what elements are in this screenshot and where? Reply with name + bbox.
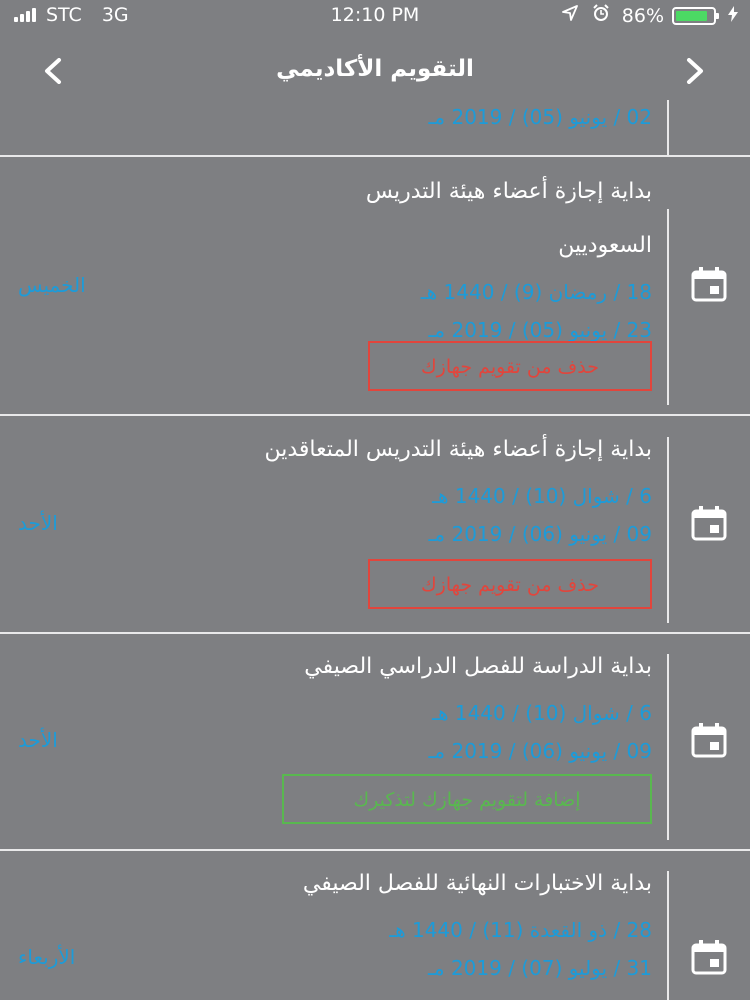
gregorian-date: 31 / يوليو (07) / 2019 مـ: [428, 956, 652, 980]
gregorian-date: 09 / يونيو (06) / 2019 مـ: [428, 739, 652, 763]
alarm-icon: [592, 4, 610, 27]
calendar-icon[interactable]: [690, 267, 728, 303]
page-title: التقويم الأكاديمي: [276, 56, 474, 82]
row-separator-line: [667, 209, 669, 405]
event-title-line-2: السعوديين: [558, 233, 652, 258]
remove-from-calendar-button[interactable]: حذف من تقويم جهازك: [368, 559, 652, 609]
remove-from-calendar-button[interactable]: حذف من تقويم جهازك: [368, 341, 652, 391]
hijri-date: 28 / ذو القعدة (11) / 1440 هـ: [389, 918, 652, 942]
gregorian-date: 02 / يونيو (05) / 2019 مـ: [428, 105, 652, 129]
event-dates: 02 / يونيو (05) / 2019 مـ: [92, 100, 652, 136]
event-row: بداية إجازة أعضاء هيئة التدريس المتعاقدي…: [0, 417, 750, 634]
event-text: بداية الدراسة للفصل الدراسي الصيفي 6 / ش…: [92, 640, 652, 770]
battery-level: [676, 10, 707, 21]
event-row: 02 / يونيو (05) / 2019 مـ: [0, 100, 750, 157]
event-title-line-1: بداية إجازة أعضاء هيئة التدريس المتعاقدي…: [264, 437, 653, 462]
event-text: بداية إجازة أعضاء هيئة التدريس المتعاقدي…: [92, 423, 653, 553]
navigation-bar: التقويم الأكاديمي: [0, 34, 750, 110]
hijri-date: 6 / شوال (10) / 1440 هـ: [432, 484, 652, 508]
gregorian-date: 09 / يونيو (06) / 2019 مـ: [428, 522, 652, 546]
status-bar: STC 3G 12:10 PM 86%: [0, 0, 750, 34]
hijri-date: 18 / رمضان (9) / 1440 هـ: [420, 280, 652, 304]
event-title-line-1: بداية الدراسة للفصل الدراسي الصيفي: [304, 654, 652, 679]
row-separator-line: [667, 871, 669, 1000]
battery-percent: 86%: [621, 4, 664, 27]
day-label: الأحد: [18, 728, 58, 752]
hijri-date: 6 / شوال (10) / 1440 هـ: [432, 701, 652, 725]
day-label: الخميس: [18, 273, 86, 297]
event-row: بداية إجازة أعضاء هيئة التدريس السعوديين…: [0, 157, 750, 417]
day-label: الأربعاء: [18, 945, 76, 969]
charging-icon: [728, 5, 738, 26]
event-row: بداية الدراسة للفصل الدراسي الصيفي 6 / ش…: [0, 634, 750, 851]
event-title-line-1: بداية الاختبارات النهائية للفصل الصيفي: [302, 871, 652, 896]
event-text: بداية الاختبارات النهائية للفصل الصيفي 2…: [92, 857, 652, 987]
calendar-icon[interactable]: [690, 940, 728, 976]
row-separator-line: [667, 437, 669, 623]
battery-icon: [672, 6, 719, 25]
status-right: 86%: [548, 4, 738, 27]
chevron-right-icon[interactable]: [682, 58, 708, 84]
event-row: بداية الاختبارات النهائية للفصل الصيفي 2…: [0, 851, 750, 1000]
row-separator-line: [667, 654, 669, 840]
day-label: الأحد: [18, 511, 58, 535]
calendar-icon[interactable]: [690, 506, 728, 542]
location-icon: [561, 5, 578, 26]
event-text: بداية إجازة أعضاء هيئة التدريس السعوديين…: [92, 165, 652, 349]
calendar-icon[interactable]: [690, 723, 728, 759]
event-title-line-1: بداية إجازة أعضاء هيئة التدريس: [365, 179, 652, 204]
row-separator-line: [667, 100, 669, 155]
calendar-event-list[interactable]: 02 / يونيو (05) / 2019 مـ بداية إجازة أع…: [0, 100, 750, 1000]
row-divider: [0, 414, 750, 416]
add-to-calendar-button[interactable]: إضافة لتقويم جهازك لتذكيرك: [282, 774, 652, 824]
